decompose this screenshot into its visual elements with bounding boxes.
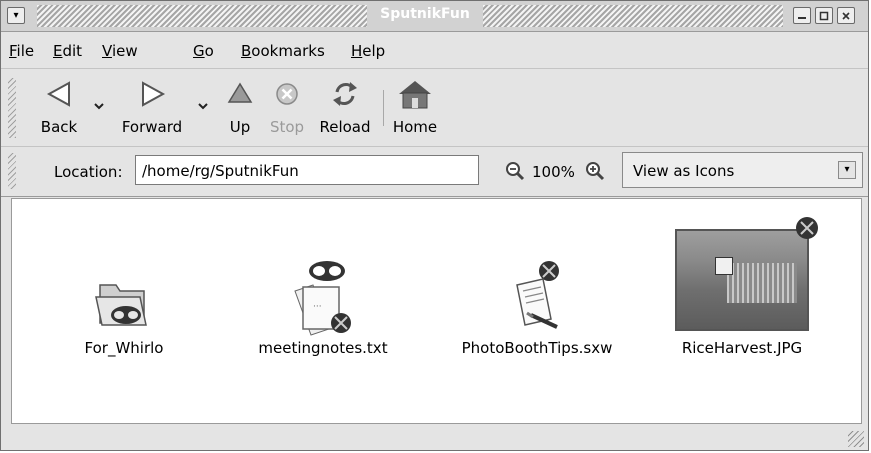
zoom-in-button[interactable] bbox=[584, 160, 606, 186]
file-manager-window: ▾ SputnikFun File Edit View Go Bookmarks… bbox=[0, 0, 869, 451]
menu-accel: G bbox=[193, 42, 205, 60]
back-button[interactable]: Back bbox=[35, 78, 83, 142]
menu-label: dit bbox=[62, 42, 83, 60]
window-title: SputnikFun bbox=[380, 6, 470, 22]
up-button[interactable]: Up bbox=[225, 78, 255, 142]
status-bar bbox=[1, 426, 868, 450]
harvest-rows bbox=[727, 263, 797, 303]
home-icon bbox=[389, 78, 441, 112]
window-menu-button[interactable]: ▾ bbox=[7, 7, 25, 24]
toolbar: Back Forward Up Stop Reload Home bbox=[1, 70, 868, 147]
menu-bar: File Edit View Go Bookmarks Help bbox=[1, 32, 868, 69]
folder-icon bbox=[95, 284, 147, 326]
location-bar: Location: /home/rg/SputnikFun 100% View … bbox=[1, 147, 868, 197]
view-mode-value: View as Icons bbox=[633, 162, 735, 180]
chevron-down-icon bbox=[94, 103, 104, 110]
file-name: PhotoBoothTips.sxw bbox=[461, 339, 613, 357]
title-bar-decoration bbox=[483, 5, 783, 27]
toolbar-grip[interactable] bbox=[8, 78, 16, 138]
stop-icon bbox=[267, 78, 307, 112]
harvester-shape bbox=[715, 257, 733, 275]
menu-label: ile bbox=[16, 42, 35, 60]
document-icon bbox=[516, 261, 559, 329]
image-thumbnail bbox=[675, 229, 809, 331]
minimize-button[interactable] bbox=[793, 7, 811, 24]
menu-label: elp bbox=[362, 42, 386, 60]
file-name: RiceHarvest.JPG bbox=[681, 339, 803, 357]
forward-history-dropdown[interactable] bbox=[197, 100, 209, 114]
zoom-in-icon bbox=[586, 162, 605, 181]
menu-accel: B bbox=[241, 42, 252, 60]
chevron-down-icon: ▾ bbox=[838, 161, 856, 179]
maximize-button[interactable] bbox=[815, 7, 833, 24]
stop-label: Stop bbox=[269, 118, 305, 136]
reload-label: Reload bbox=[319, 118, 371, 136]
location-bar-grip[interactable] bbox=[8, 153, 16, 189]
file-name: For_Whirlo bbox=[84, 339, 164, 357]
close-button[interactable] bbox=[837, 7, 855, 24]
chevron-down-icon: ▾ bbox=[13, 9, 19, 21]
up-label: Up bbox=[229, 118, 251, 136]
menu-label: iew bbox=[111, 42, 138, 60]
location-label: Location: bbox=[54, 163, 123, 181]
file-name: meetingnotes.txt bbox=[258, 339, 388, 357]
reload-icon bbox=[317, 78, 373, 112]
menu-go[interactable]: Go bbox=[193, 42, 214, 60]
menu-view[interactable]: View bbox=[102, 42, 138, 60]
minimize-icon bbox=[798, 16, 806, 19]
resize-grip[interactable] bbox=[848, 431, 864, 447]
menu-accel: V bbox=[102, 42, 112, 60]
file-icon-view[interactable]: For_Whirlo ··· meetingnotes.txt PhotoBoo… bbox=[11, 198, 862, 424]
menu-accel: F bbox=[9, 42, 17, 60]
toolbar-separator bbox=[383, 90, 384, 126]
home-label: Home bbox=[392, 118, 438, 136]
menu-file[interactable]: File bbox=[9, 42, 34, 60]
menu-label: o bbox=[204, 42, 214, 60]
text-file-icon: ··· bbox=[294, 261, 351, 336]
location-path: /home/rg/SputnikFun bbox=[142, 162, 299, 180]
menu-bookmarks[interactable]: Bookmarks bbox=[241, 42, 325, 60]
menu-edit[interactable]: Edit bbox=[53, 42, 82, 60]
title-bar-decoration bbox=[37, 5, 367, 27]
home-button[interactable]: Home bbox=[389, 78, 441, 142]
title-bar[interactable]: ▾ SputnikFun bbox=[1, 1, 868, 32]
svg-text:···: ··· bbox=[313, 302, 322, 312]
zoom-level[interactable]: 100% bbox=[532, 163, 575, 181]
maximize-icon bbox=[819, 11, 829, 20]
menu-help[interactable]: Help bbox=[351, 42, 385, 60]
forward-arrow-icon bbox=[117, 78, 187, 112]
zoom-out-button[interactable] bbox=[504, 160, 526, 186]
forward-button[interactable]: Forward bbox=[117, 78, 187, 142]
view-mode-select[interactable]: View as Icons ▾ bbox=[622, 152, 863, 188]
location-input[interactable]: /home/rg/SputnikFun bbox=[135, 155, 479, 185]
zoom-out-icon bbox=[506, 162, 525, 181]
menu-label: ookmarks bbox=[251, 42, 325, 60]
forward-label: Forward bbox=[121, 118, 183, 136]
back-label: Back bbox=[40, 118, 78, 136]
back-arrow-icon bbox=[35, 78, 83, 112]
close-icon bbox=[842, 11, 850, 20]
link-emblem-icon bbox=[796, 217, 818, 239]
reload-button[interactable]: Reload bbox=[317, 78, 373, 142]
up-arrow-icon bbox=[225, 78, 255, 112]
chevron-down-icon bbox=[198, 103, 208, 110]
menu-accel: H bbox=[351, 42, 363, 60]
stop-button[interactable]: Stop bbox=[267, 78, 307, 142]
back-history-dropdown[interactable] bbox=[93, 100, 105, 114]
